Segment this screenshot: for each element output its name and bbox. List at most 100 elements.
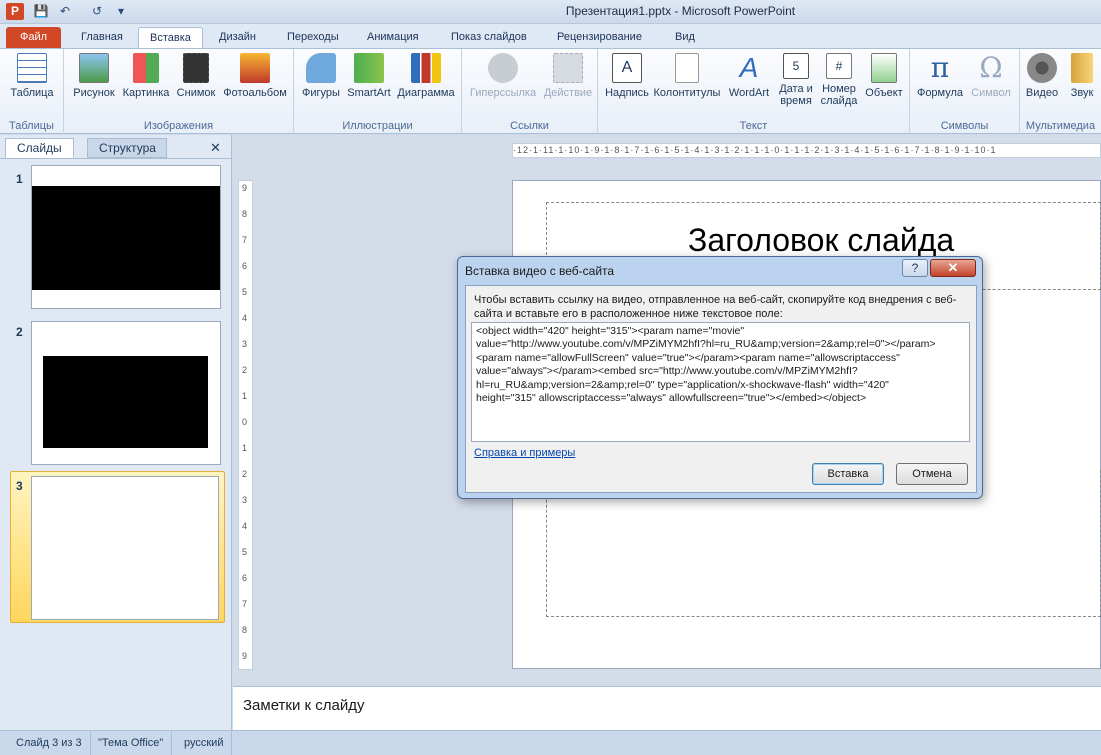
shapes-button[interactable]: Фигуры (296, 53, 346, 99)
tab-view[interactable]: Вид (664, 27, 706, 48)
symbol-button[interactable]: Ω Символ (966, 53, 1016, 100)
group-images: Рисунок Картинка Снимок Фотоальбом Изобр… (64, 49, 294, 134)
table-button[interactable]: Таблица (6, 53, 58, 99)
chart-button[interactable]: Диаграмма (394, 53, 458, 99)
picture-icon (79, 53, 109, 83)
wordart-icon: A (739, 52, 759, 83)
textbox-icon: A (612, 53, 642, 83)
tab-insert[interactable]: Вставка (138, 27, 203, 48)
embed-code-textarea[interactable]: <object width="420" height="315"><param … (471, 322, 970, 442)
photoalbum-button[interactable]: Фотоальбом (220, 53, 290, 99)
slide-thumbnail-1[interactable] (31, 165, 221, 309)
status-bar: Слайд 3 из 3 "Тема Office" русский (0, 730, 1101, 755)
tab-outline[interactable]: Структура (87, 138, 167, 158)
picture-button[interactable]: Рисунок (68, 53, 120, 99)
vruler-tick: 5 (242, 287, 248, 297)
smartart-icon (354, 53, 384, 83)
help-icon[interactable]: ? (902, 259, 928, 277)
tab-transitions[interactable]: Переходы (276, 27, 350, 48)
video-button[interactable]: Видео (1022, 53, 1062, 99)
dialog-instructions: Чтобы вставить ссылку на видео, отправле… (474, 294, 957, 320)
group-label-media: Мультимедиа (1025, 120, 1096, 132)
cancel-button[interactable]: Отмена (896, 463, 968, 485)
panel-divider (0, 158, 231, 159)
group-symbols: π Формула Ω Символ Символы (910, 49, 1020, 134)
ribbon: Таблица Таблицы Рисунок Картинка Снимок … (0, 48, 1101, 134)
status-slide-counter: Слайд 3 из 3 (8, 731, 91, 755)
vruler-tick: 3 (242, 339, 248, 349)
action-icon (553, 53, 583, 83)
slide-thumbnail-2[interactable] (31, 321, 221, 465)
table-icon (17, 53, 47, 83)
group-label-illustrations: Иллюстрации (342, 120, 413, 132)
audio-button[interactable]: Звук (1064, 53, 1100, 99)
vruler-tick: 7 (242, 235, 248, 245)
tab-slideshow[interactable]: Показ слайдов (440, 27, 538, 48)
screenshot-icon (183, 53, 209, 83)
equation-button[interactable]: π Формула (914, 51, 966, 100)
insert-button[interactable]: Вставка (812, 463, 884, 485)
vruler-tick: 8 (242, 209, 248, 219)
clipart-icon (133, 53, 159, 83)
speaker-icon (1071, 53, 1093, 83)
slide-thumbnail-3[interactable] (31, 476, 219, 620)
wordart-button[interactable]: A WordArt (724, 52, 774, 100)
panel-close-icon[interactable]: ✕ (210, 140, 221, 156)
title-bar: P 💾 ↶ ↺ ▾ Презентация1.pptx - Microsoft … (0, 0, 1101, 24)
tab-file[interactable]: Файл (6, 27, 62, 48)
help-examples-link[interactable]: Справка и примеры (474, 447, 575, 459)
status-theme[interactable]: "Тема Office" (90, 731, 173, 755)
clipart-button[interactable]: Картинка (118, 53, 174, 99)
insert-video-from-website-dialog: Вставка видео с веб-сайта ? ✕ Чтобы вста… (457, 256, 983, 499)
vruler-tick: 4 (242, 313, 248, 323)
chart-icon (411, 53, 441, 83)
object-icon (871, 53, 897, 83)
close-icon[interactable]: ✕ (930, 259, 976, 277)
pi-icon: π (930, 51, 950, 84)
slidenumber-button[interactable]: # Номер слайда (818, 53, 860, 107)
group-label-text: Текст (739, 120, 768, 132)
hyperlink-icon (488, 53, 518, 83)
slide-title-text[interactable]: Заголовок слайда (688, 222, 954, 259)
vruler-tick: 0 (242, 417, 248, 427)
textbox-button[interactable]: A Надпись (602, 53, 652, 99)
action-button[interactable]: Действие (540, 53, 596, 99)
film-reel-icon (1027, 53, 1057, 83)
photoalbum-icon (240, 53, 270, 83)
window-title: Презентация1.pptx - Microsoft PowerPoint (565, 4, 796, 18)
thumbnail-video-frame (43, 356, 208, 448)
dialog-title: Вставка видео с веб-сайта (465, 264, 615, 278)
object-button[interactable]: Объект (862, 53, 906, 99)
tab-review[interactable]: Рецензирование (546, 27, 653, 48)
tab-slides[interactable]: Слайды (5, 138, 74, 158)
group-label-tables: Таблицы (9, 120, 54, 132)
screenshot-button[interactable]: Снимок (174, 53, 218, 99)
datetime-button[interactable]: 5 Дата и время (776, 53, 816, 107)
group-tables: Таблица Таблицы (0, 49, 64, 134)
thumb-number-2: 2 (16, 325, 23, 339)
thumb-number-3: 3 (16, 479, 23, 493)
vruler-tick: 1 (242, 443, 248, 453)
group-label-images: Изображения (143, 120, 214, 132)
tab-animations[interactable]: Анимация (356, 27, 430, 48)
vruler-tick: 8 (242, 625, 248, 635)
vruler-tick: 6 (242, 261, 248, 271)
group-links: Гиперссылка Действие Ссылки (462, 49, 598, 134)
tab-home[interactable]: Главная (70, 27, 134, 48)
thumb-number-1: 1 (16, 172, 23, 186)
vruler-tick: 5 (242, 547, 248, 557)
horizontal-ruler: ·12·1·11·1·10·1·9·1·8·1·7·1·6·1·5·1·4·1·… (512, 143, 1101, 158)
notes-pane[interactable]: Заметки к слайду (233, 686, 1101, 730)
group-illustrations: Фигуры SmartArt Диаграмма Иллюстрации (294, 49, 462, 134)
headerfooter-button[interactable]: Колонтитулы (652, 53, 722, 99)
vruler-tick: 4 (242, 521, 248, 531)
smartart-button[interactable]: SmartArt (344, 53, 394, 99)
group-label-links: Ссылки (510, 120, 549, 132)
vruler-tick: 6 (242, 573, 248, 583)
calendar-icon: 5 (783, 53, 809, 79)
vruler-tick: 1 (242, 391, 248, 401)
hyperlink-button[interactable]: Гиперссылка (466, 53, 540, 99)
status-language[interactable]: русский (176, 731, 233, 755)
tab-design[interactable]: Дизайн (208, 27, 267, 48)
thumbnail-video-frame (32, 186, 220, 290)
